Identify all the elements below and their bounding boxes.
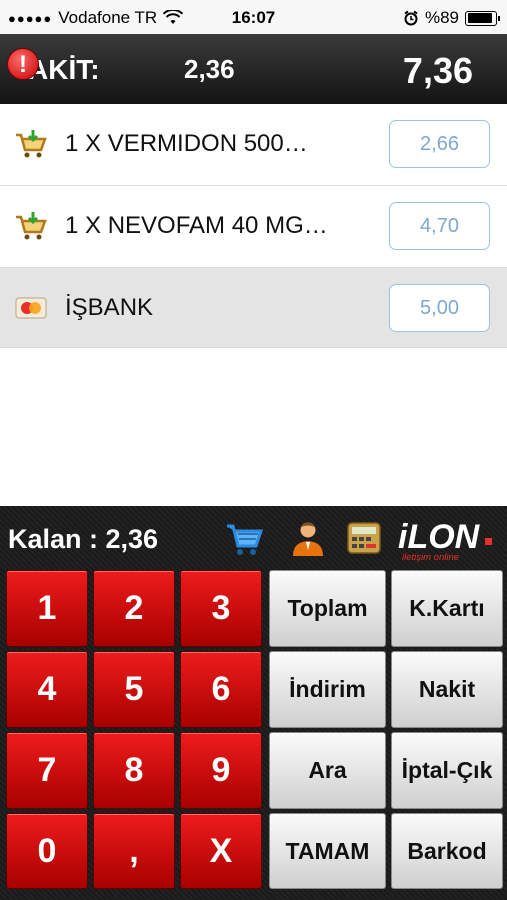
key-0[interactable]: 0 xyxy=(6,813,88,889)
battery-percent: %89 xyxy=(424,8,459,27)
item-name: 1 X NEVOFAM 40 MG… xyxy=(65,212,328,239)
payment-amount: 2,36 xyxy=(184,54,235,84)
status-bar: ●●●●● Vodafone TR 16:07 %89 xyxy=(0,0,507,34)
payment-type-label: AKİT: xyxy=(28,54,100,85)
credit-card-button[interactable]: K.Kartı xyxy=(391,570,503,647)
key-7[interactable]: 7 xyxy=(6,732,88,809)
total-button[interactable]: Toplam xyxy=(269,570,386,647)
key-5[interactable]: 5 xyxy=(93,651,175,728)
list-item[interactable]: 1 X NEVOFAM 40 MG… 4,70 xyxy=(0,186,507,268)
cancel-exit-button[interactable]: İptal-Çık xyxy=(391,732,503,809)
barcode-button[interactable]: Barkod xyxy=(391,813,503,889)
cart-add-icon xyxy=(16,130,47,158)
key-1[interactable]: 1 xyxy=(6,570,88,647)
cash-button[interactable]: Nakit xyxy=(391,651,503,728)
cart-add-icon xyxy=(16,212,47,240)
payment-row[interactable]: İŞBANK 5,00 xyxy=(0,268,507,348)
alert-icon[interactable]: ! xyxy=(7,48,39,80)
keypad-panel: Kalan : 2,36 iLON iletişim online 1 2 3 … xyxy=(0,506,507,900)
key-clear[interactable]: X xyxy=(180,813,262,889)
key-4[interactable]: 4 xyxy=(6,651,88,728)
key-comma[interactable]: , xyxy=(93,813,175,889)
key-3[interactable]: 3 xyxy=(180,570,262,647)
logo-text: iLON xyxy=(398,518,481,556)
alarm-clock-icon xyxy=(404,10,418,26)
logo-subtitle: iletişim online xyxy=(402,552,459,562)
item-list: 1 X VERMIDON 500… 2,66 1 X NEVOFAM 40 MG… xyxy=(0,104,507,348)
item-amount[interactable]: 4,70 xyxy=(389,202,490,250)
total-amount: 7,36 xyxy=(402,50,473,91)
payment-amount-field[interactable]: 5,00 xyxy=(389,284,490,332)
list-item[interactable]: 1 X VERMIDON 500… 2,66 xyxy=(0,104,507,186)
key-8[interactable]: 8 xyxy=(93,732,175,809)
battery-icon xyxy=(465,10,500,26)
ok-button[interactable]: TAMAM xyxy=(269,813,386,889)
header-bar: AKİT: ! 2,36 7,36 xyxy=(0,34,507,104)
remaining-label: Kalan : 2,36 xyxy=(8,524,159,554)
payment-name: İŞBANK xyxy=(65,294,154,321)
credit-card-icon xyxy=(15,297,47,319)
item-name: 1 X VERMIDON 500… xyxy=(65,130,308,157)
shopping-cart-icon[interactable] xyxy=(224,518,264,558)
discount-button[interactable]: İndirim xyxy=(269,651,386,728)
ilon-logo: iLON iletişim online xyxy=(398,518,492,562)
user-icon[interactable] xyxy=(288,518,328,558)
search-button[interactable]: Ara xyxy=(269,732,386,809)
calculator-icon[interactable] xyxy=(344,518,384,558)
key-9[interactable]: 9 xyxy=(180,732,262,809)
key-6[interactable]: 6 xyxy=(180,651,262,728)
item-amount[interactable]: 2,66 xyxy=(389,120,490,168)
key-2[interactable]: 2 xyxy=(93,570,175,647)
